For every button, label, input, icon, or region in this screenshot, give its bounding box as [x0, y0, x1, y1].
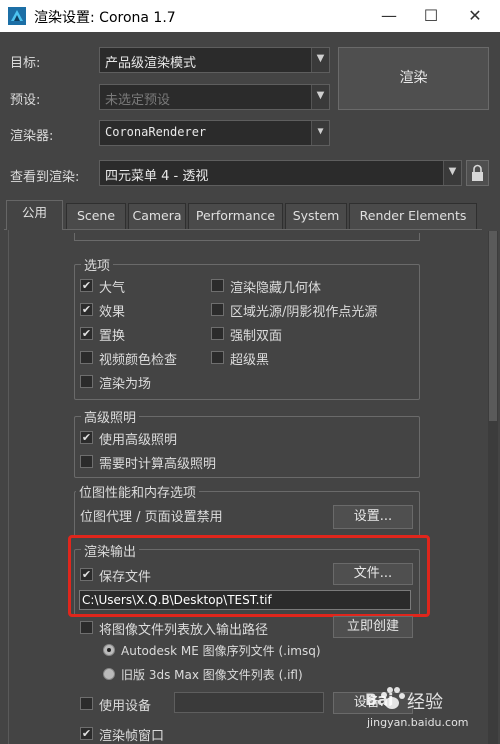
use-advanced-lighting-checkbox[interactable]: ✔	[80, 431, 93, 444]
scrollbar-thumb[interactable]	[489, 231, 497, 421]
close-button[interactable]: ✕	[452, 0, 498, 32]
baidu-watermark: Bai 经验 jingyan.baidu.com	[365, 682, 497, 742]
displacement-checkbox[interactable]: ✔	[80, 327, 93, 340]
watermark-brand-cn: 经验	[407, 692, 443, 713]
area-lights-label: 区域光源/阴影视作点光源	[230, 305, 378, 320]
tab-camera[interactable]: Camera	[128, 203, 186, 229]
highlight-box	[68, 535, 430, 617]
maximize-button[interactable]: ☐	[408, 0, 454, 32]
frame-window-checkbox[interactable]: ✔	[80, 727, 93, 740]
window-title: 渲染设置: Corona 1.7	[34, 10, 176, 26]
renderer-value: CoronaRenderer	[105, 125, 207, 139]
tab-render-elements[interactable]: Render Elements	[349, 203, 477, 229]
view-value: 四元菜单 4 - 透视	[105, 169, 209, 184]
put-list-checkbox[interactable]	[80, 621, 93, 634]
renderer-label: 渲染器:	[10, 129, 54, 144]
atmosphere-checkbox[interactable]: ✔	[80, 279, 93, 292]
app-icon	[8, 7, 26, 25]
chevron-down-icon[interactable]: ▼	[443, 161, 461, 185]
video-color-check-checkbox[interactable]	[80, 351, 93, 364]
preset-label: 预设:	[10, 93, 41, 108]
bitmap-setup-button[interactable]: 设置...	[333, 505, 413, 529]
tab-performance[interactable]: Performance	[188, 203, 283, 229]
atmosphere-label: 大气	[99, 281, 126, 296]
title-bar: 渲染设置: Corona 1.7 — ☐ ✕	[0, 0, 500, 32]
bitmap-performance-title: 位图性能和内存选项	[76, 482, 200, 501]
chevron-down-icon[interactable]: ▼	[311, 85, 329, 109]
render-fields-checkbox[interactable]	[80, 375, 93, 388]
force-2sided-checkbox[interactable]	[211, 327, 224, 340]
previous-section-edge	[74, 233, 420, 241]
effects-label: 效果	[99, 305, 126, 320]
chevron-down-icon[interactable]: ▼	[311, 48, 329, 72]
view-dropdown[interactable]: 四元菜单 4 - 透视 ▼	[99, 160, 462, 186]
view-label: 查看到渲染:	[10, 170, 80, 185]
force-2sided-label: 强制双面	[230, 329, 283, 344]
target-dropdown[interactable]: 产品级渲染模式 ▼	[99, 47, 330, 73]
compute-advanced-lighting-checkbox[interactable]	[80, 455, 93, 468]
target-value: 产品级渲染模式	[105, 56, 197, 71]
render-hidden-label: 渲染隐藏几何体	[230, 281, 322, 296]
chevron-down-icon[interactable]: ▼	[311, 121, 329, 145]
put-list-label: 将图像文件列表放入输出路径	[99, 623, 269, 638]
create-now-button[interactable]: 立即创建	[333, 616, 413, 638]
render-fields-label: 渲染为场	[99, 377, 152, 392]
watermark-brand: Bai	[365, 690, 394, 709]
minimize-button[interactable]: —	[366, 0, 412, 32]
area-lights-checkbox[interactable]	[211, 303, 224, 316]
video-color-check-label: 视频颜色检查	[99, 353, 178, 368]
watermark-url: jingyan.baidu.com	[367, 716, 469, 729]
autodesk-label: Autodesk ME 图像序列文件 (.imsq)	[121, 644, 321, 658]
tab-system[interactable]: System	[285, 203, 347, 229]
autodesk-radio[interactable]	[103, 644, 115, 656]
lock-icon	[472, 164, 483, 181]
use-advanced-lighting-label: 使用高级照明	[99, 433, 178, 448]
radio-selected-dot	[107, 648, 111, 652]
frame-window-label: 渲染帧窗口	[99, 729, 165, 744]
tab-common[interactable]: 公用	[6, 200, 63, 230]
render-hidden-checkbox[interactable]	[211, 279, 224, 292]
render-button[interactable]: 渲染	[338, 47, 489, 110]
device-field[interactable]	[174, 692, 324, 713]
preset-dropdown[interactable]: 未选定预设 ▼	[99, 84, 330, 110]
compute-advanced-lighting-label: 需要时计算高级照明	[99, 457, 217, 472]
effects-checkbox[interactable]: ✔	[80, 303, 93, 316]
use-device-checkbox[interactable]	[80, 697, 93, 710]
tab-scene[interactable]: Scene	[66, 203, 126, 229]
scrollbar[interactable]	[488, 231, 498, 744]
preset-value: 未选定预设	[105, 93, 171, 108]
bitmap-proxy-text: 位图代理 / 页面设置禁用	[80, 510, 223, 525]
displacement-label: 置换	[99, 329, 126, 344]
use-device-label: 使用设备	[99, 699, 152, 714]
super-black-checkbox[interactable]	[211, 351, 224, 364]
legacy-radio[interactable]	[103, 668, 115, 680]
renderer-dropdown[interactable]: CoronaRenderer ▼	[99, 120, 330, 146]
advanced-lighting-title: 高级照明	[81, 407, 140, 426]
target-label: 目标:	[10, 56, 41, 71]
legacy-label: 旧版 3ds Max 图像文件列表 (.ifl)	[121, 668, 303, 682]
options-title: 选项	[81, 255, 114, 274]
super-black-label: 超级黑	[230, 353, 270, 368]
lock-button[interactable]	[466, 160, 489, 186]
